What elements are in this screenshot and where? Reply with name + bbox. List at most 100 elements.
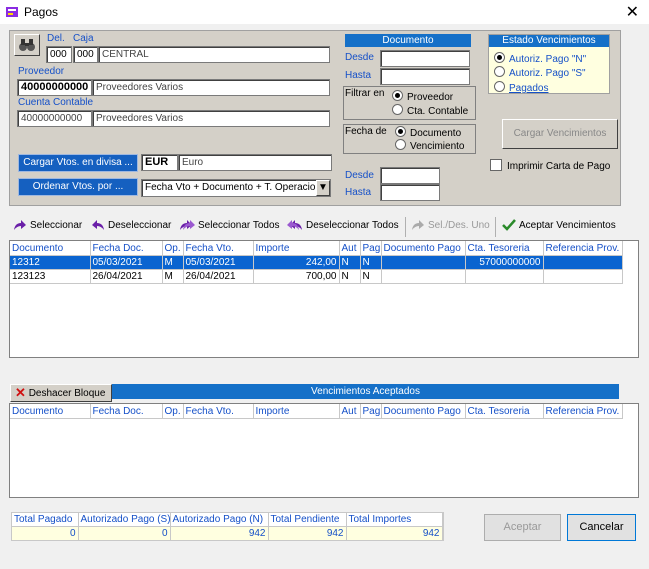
- table-cell: 12312: [10, 255, 91, 270]
- table-cell: [381, 255, 466, 270]
- ordenar-dropdown-button[interactable]: ▼: [316, 180, 330, 196]
- checkbox-icon: [490, 159, 502, 171]
- imprimir-checkbox[interactable]: Imprimir Carta de Pago: [490, 159, 610, 172]
- table-row[interactable]: 12312 05/03/2021 M 05/03/2021 242,00 N N 570000…: [10, 255, 623, 270]
- table-cell: 57000000000: [465, 255, 544, 270]
- ordenar-button[interactable]: Ordenar Vtos. por ...: [18, 178, 138, 196]
- column-header[interactable]: Documento Pago: [381, 241, 466, 256]
- fecha-hasta-field[interactable]: [380, 184, 440, 201]
- table-header-row: Documento Fecha Doc. Op. Fecha Vto. Importe A…: [10, 241, 623, 256]
- estado-option-s[interactable]: Autoriz. Pago "S": [494, 66, 586, 79]
- arrow-right-icon: [412, 220, 424, 230]
- fecha-desde-field[interactable]: [380, 167, 440, 184]
- aceptar-button[interactable]: Aceptar: [484, 514, 561, 541]
- arrow-left-icon: [92, 220, 104, 230]
- filtrar-option-proveedor[interactable]: Proveedor: [392, 90, 453, 103]
- checkmark-icon: [502, 219, 516, 231]
- table-cell: M: [162, 255, 184, 270]
- sel-des-uno-button[interactable]: Sel./Des. Uno: [411, 219, 490, 231]
- column-header[interactable]: Op.: [162, 404, 184, 419]
- search-button[interactable]: [14, 34, 40, 56]
- app-icon: [6, 7, 18, 17]
- cargar-divisa-button[interactable]: Cargar Vtos. en divisa ...: [18, 154, 138, 172]
- proveedor-label: Proveedor: [18, 66, 65, 77]
- radio-icon: [395, 126, 406, 137]
- column-header[interactable]: Pag: [360, 241, 382, 256]
- column-header[interactable]: Documento: [10, 404, 91, 419]
- table-row[interactable]: 123123 26/04/2021 M 26/04/2021 700,00 N N: [10, 269, 623, 284]
- documento-hasta-field[interactable]: [380, 68, 470, 85]
- column-header[interactable]: Pag: [360, 404, 382, 419]
- arrow-right-icon: [14, 220, 26, 230]
- fecha-option-vencimiento[interactable]: Vencimiento: [395, 139, 464, 152]
- column-header[interactable]: Op.: [162, 241, 184, 256]
- title-bar: Pagos ✕: [0, 0, 649, 24]
- binoculars-icon: [19, 39, 35, 51]
- caja-label: Caja: [73, 33, 94, 44]
- column-header[interactable]: Cta. Tesoreria: [465, 241, 544, 256]
- cargar-vencimientos-button[interactable]: Cargar Vencimientos: [502, 119, 618, 149]
- proveedor-name-field: Proveedores Varios: [92, 79, 330, 96]
- seleccionar-todos-button[interactable]: Seleccionar Todos: [179, 219, 280, 231]
- proveedor-code-field[interactable]: 40000000000: [17, 79, 92, 96]
- totals-value: 942: [346, 526, 443, 540]
- deseleccionar-button[interactable]: Deseleccionar: [91, 219, 171, 231]
- column-header[interactable]: Cta. Tesoreria: [465, 404, 544, 419]
- table-cell: 242,00: [253, 255, 340, 270]
- radio-icon: [392, 104, 403, 115]
- documento-header: Documento: [345, 34, 471, 47]
- estado-option-pagados[interactable]: Pagados: [494, 81, 548, 94]
- cuenta-label: Cuenta Contable: [18, 97, 94, 108]
- column-header[interactable]: Fecha Vto.: [183, 404, 254, 419]
- toolbar-separator: [495, 217, 496, 237]
- table-cell: 26/04/2021: [183, 269, 254, 284]
- totals-value: 942: [170, 526, 269, 540]
- estado-option-n[interactable]: Autoriz. Pago "N": [494, 52, 586, 65]
- documento-hasta-label: Hasta: [345, 70, 372, 81]
- column-header[interactable]: Fecha Doc.: [90, 404, 163, 419]
- column-header[interactable]: Fecha Vto.: [183, 241, 254, 256]
- column-header[interactable]: Referencia Prov.: [543, 404, 623, 419]
- totals-header: Autorizado Pago (N): [170, 513, 269, 527]
- del-field[interactable]: 000: [46, 46, 72, 63]
- seleccionar-button[interactable]: Seleccionar: [13, 219, 82, 231]
- table-cell: 700,00: [253, 269, 340, 284]
- documento-desde-label: Desde: [345, 52, 374, 63]
- divisa-code-field[interactable]: EUR: [141, 154, 178, 171]
- fecha-option-documento[interactable]: Documento: [395, 126, 461, 139]
- column-header[interactable]: Fecha Doc.: [90, 241, 163, 256]
- table-cell: 05/03/2021: [90, 255, 163, 270]
- column-header[interactable]: Documento Pago: [381, 404, 466, 419]
- column-header[interactable]: Aut: [339, 404, 361, 419]
- column-header[interactable]: Importe: [253, 241, 340, 256]
- filtrar-option-cta-contable[interactable]: Cta. Contable: [392, 104, 468, 117]
- totals-table-wrap: Total Pagado Autorizado Pago (S) Autorizad…: [11, 512, 444, 541]
- deseleccionar-todos-button[interactable]: Deseleccionar Todos: [287, 219, 399, 231]
- deshacer-bloque-button[interactable]: ✕ Deshacer Bloque: [10, 384, 112, 402]
- column-header[interactable]: Aut: [339, 241, 361, 256]
- caja-name-field: CENTRAL: [98, 46, 330, 63]
- table-cell: [543, 255, 623, 270]
- aceptados-grid[interactable]: Documento Fecha Doc. Op. Fecha Vto. Importe A…: [9, 403, 639, 498]
- column-header[interactable]: Importe: [253, 404, 340, 419]
- radio-icon: [494, 81, 505, 92]
- caja-code-field[interactable]: 000: [73, 46, 98, 63]
- cuenta-name-field: Proveedores Varios: [92, 110, 330, 127]
- column-header[interactable]: Documento: [10, 241, 91, 256]
- table-cell: N: [339, 255, 361, 270]
- close-button[interactable]: ✕: [626, 2, 639, 22]
- radio-icon: [395, 139, 406, 150]
- column-header[interactable]: Referencia Prov.: [543, 241, 623, 256]
- table-cell: N: [360, 255, 382, 270]
- table-cell: 123123: [10, 269, 91, 284]
- vencimientos-grid[interactable]: Documento Fecha Doc. Op. Fecha Vto. Importe A…: [9, 240, 639, 358]
- ordenar-select[interactable]: Fecha Vto + Documento + T. Operacion: [141, 179, 331, 197]
- estado-header: Estado Vencimientos: [489, 35, 609, 47]
- table-cell: N: [339, 269, 361, 284]
- documento-desde-field[interactable]: [380, 50, 470, 67]
- totals-header: Total Importes: [346, 513, 443, 527]
- cancelar-button[interactable]: Cancelar: [567, 514, 636, 541]
- totals-header: Total Pagado: [12, 513, 79, 527]
- aceptar-vencimientos-button[interactable]: Aceptar Vencimientos: [502, 219, 616, 231]
- toolbar: Seleccionar Deseleccionar Seleccionar To…: [9, 215, 621, 239]
